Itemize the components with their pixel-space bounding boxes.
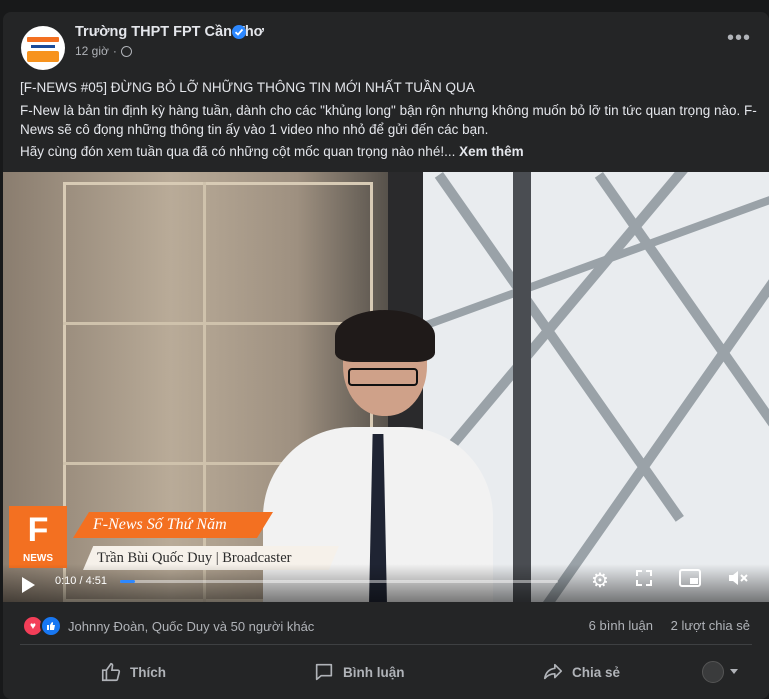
post-card: Trường THPT FPT Cần Thơ 12 giờ · ••• [F-… bbox=[3, 12, 769, 699]
play-icon[interactable] bbox=[22, 577, 35, 593]
account-avatar[interactable] bbox=[702, 661, 724, 683]
reaction-names[interactable]: Johnny Đoàn, Quốc Duy và 50 người khác bbox=[68, 619, 314, 634]
video-time: 0:10 / 4:51 bbox=[55, 575, 107, 587]
see-more-link[interactable]: Xem thêm bbox=[459, 144, 524, 159]
share-button[interactable]: Chia sẻ bbox=[542, 656, 620, 688]
post-headline: [F-NEWS #05] ĐỪNG BỎ LỠ NHỮNG THÔNG TIN … bbox=[20, 80, 475, 95]
comment-count[interactable]: 6 bình luận bbox=[589, 618, 653, 633]
page-avatar[interactable] bbox=[21, 26, 65, 70]
divider bbox=[20, 644, 752, 645]
settings-gear-icon[interactable]: ⚙ bbox=[587, 568, 613, 594]
globe-icon bbox=[120, 45, 132, 57]
video-progress-fill bbox=[120, 580, 135, 583]
post-time[interactable]: 12 giờ bbox=[75, 44, 109, 58]
post-body: F-New là bản tin định kỳ hàng tuần, dành… bbox=[20, 103, 757, 137]
fullscreen-icon[interactable] bbox=[631, 568, 657, 594]
share-icon bbox=[543, 663, 563, 680]
comment-button[interactable]: Bình luận bbox=[313, 656, 405, 688]
video-player[interactable]: F NEWS F-News Số Thứ Năm Trần Bùi Quốc D… bbox=[3, 172, 769, 602]
engagement-counts: 6 bình luận 2 lượt chia sẻ bbox=[575, 618, 750, 633]
mute-icon[interactable] bbox=[725, 568, 751, 594]
share-count[interactable]: 2 lượt chia sẻ bbox=[671, 618, 750, 633]
chevron-down-icon[interactable] bbox=[730, 669, 738, 674]
thumbs-up-icon bbox=[101, 662, 121, 682]
reactions-summary[interactable]: ♥ Johnny Đoàn, Quốc Duy và 50 người khác bbox=[22, 615, 314, 637]
more-options-icon[interactable]: ••• bbox=[727, 28, 751, 48]
comment-icon bbox=[315, 663, 333, 681]
fnews-logo: F NEWS bbox=[9, 506, 67, 568]
picture-in-picture-icon[interactable] bbox=[677, 568, 703, 594]
like-button[interactable]: Thích bbox=[100, 656, 166, 688]
video-title-overlay: F-News Số Thứ Năm bbox=[73, 512, 273, 538]
verified-badge-icon bbox=[232, 25, 246, 39]
video-progress-bar[interactable] bbox=[120, 580, 558, 583]
post-meta: 12 giờ · bbox=[75, 44, 132, 58]
post-teaser: Hãy cùng đón xem tuần qua đã có những cộ… bbox=[20, 144, 456, 159]
post-teaser-line: Hãy cùng đón xem tuần qua đã có những cộ… bbox=[20, 142, 760, 161]
like-reaction-icon bbox=[40, 615, 62, 637]
